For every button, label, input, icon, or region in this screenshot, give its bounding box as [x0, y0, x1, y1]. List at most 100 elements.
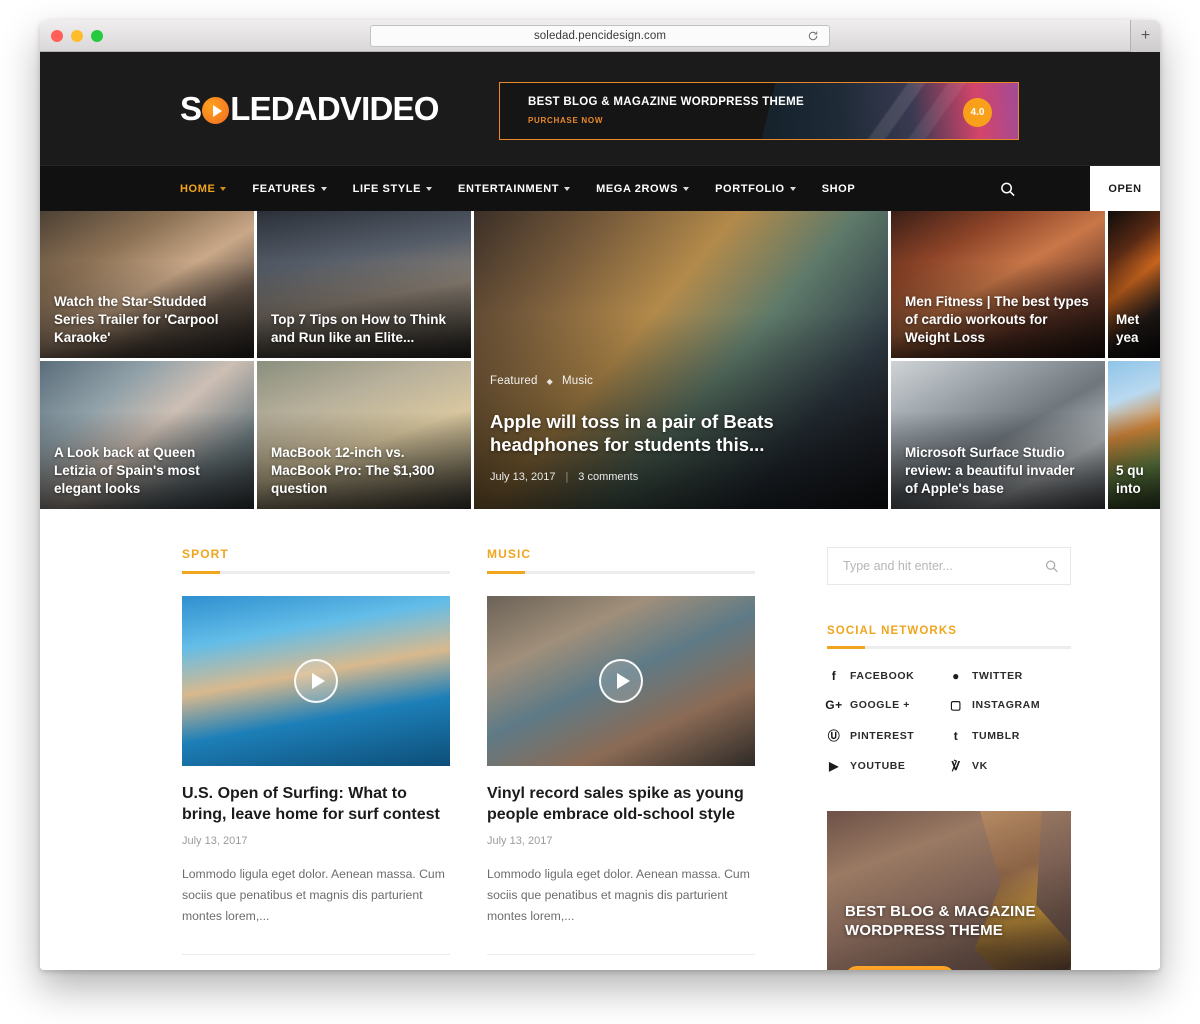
- new-tab-button[interactable]: +: [1130, 20, 1160, 52]
- header-banner-ad[interactable]: BEST BLOG & MAGAZINE WORDPRESS THEME PUR…: [499, 82, 1019, 140]
- close-window-button[interactable]: [51, 29, 63, 42]
- social-label: VK: [972, 760, 988, 772]
- page-content: SPORT U.S. Open of Surfing: What to brin…: [40, 509, 1160, 970]
- chevron-down-icon: [320, 186, 327, 191]
- divider: [182, 953, 450, 955]
- post-date: July 13, 2017: [490, 471, 556, 483]
- sidebar-purchase-button[interactable]: PURCHASE NOW: [845, 966, 956, 970]
- post-title[interactable]: Vinyl record sales spike as young people…: [487, 783, 755, 826]
- social-link-google-plus[interactable]: G+ GOOGLE +: [825, 698, 949, 712]
- play-icon[interactable]: [294, 659, 338, 703]
- tile-categories: Featured ◆ Music: [490, 375, 593, 387]
- chevron-down-icon: [683, 186, 690, 191]
- section-header-sport: SPORT: [182, 547, 450, 574]
- featured-posts-grid: Watch the Star-Studded Series Trailer fo…: [40, 211, 1160, 509]
- social-link-youtube[interactable]: ▶ YOUTUBE: [827, 759, 949, 773]
- section-title[interactable]: SPORT: [182, 547, 450, 561]
- section-underline: [182, 571, 450, 574]
- nav-label: PORTFOLIO: [715, 182, 785, 195]
- search-icon[interactable]: [1045, 560, 1058, 573]
- featured-tile-surface-studio[interactable]: Microsoft Surface Studio review: a beaut…: [891, 361, 1105, 509]
- banner-version-badge: 4.0: [963, 98, 992, 127]
- tile-meta: July 13, 2017 | 3 comments: [490, 471, 638, 483]
- search-input[interactable]: [827, 547, 1071, 585]
- sidebar-search: [827, 547, 1071, 585]
- social-label: TWITTER: [972, 670, 1023, 682]
- banner-purchase-link[interactable]: PURCHASE NOW: [528, 116, 603, 125]
- post-date: July 13, 2017: [182, 834, 248, 847]
- nav-item-home[interactable]: HOME: [180, 183, 227, 195]
- chevron-down-icon: [789, 186, 796, 191]
- instagram-icon: ▢: [950, 698, 962, 712]
- youtube-icon: ▶: [829, 759, 839, 773]
- post-date: July 13, 2017: [487, 834, 553, 847]
- tile-title: Watch the Star-Studded Series Trailer fo…: [54, 293, 219, 345]
- post-thumbnail-surfing[interactable]: [182, 596, 450, 766]
- category-music[interactable]: Music: [562, 375, 593, 387]
- nav-label: MEGA 2ROWS: [596, 182, 679, 195]
- page-viewport: S LEDADVIDEO BEST BLOG & MAGAZINE WORDPR…: [40, 52, 1160, 970]
- post-title[interactable]: U.S. Open of Surfing: What to bring, lea…: [182, 783, 450, 826]
- browser-window: soledad.pencidesign.com + S LEDADVIDEO B…: [40, 20, 1160, 970]
- social-label: PINTEREST: [850, 729, 915, 742]
- tile-title: Top 7 Tips on How to Think and Run like …: [271, 311, 446, 345]
- featured-tile-macbook[interactable]: MacBook 12-inch vs. MacBook Pro: The $1,…: [257, 361, 471, 509]
- play-icon[interactable]: [599, 659, 643, 703]
- window-traffic-lights: [51, 29, 103, 42]
- social-link-facebook[interactable]: f FACEBOOK: [827, 669, 949, 683]
- featured-tile-men-fitness[interactable]: Men Fitness | The best types of cardio w…: [891, 211, 1105, 358]
- tile-title: MacBook 12-inch vs. MacBook Pro: The $1,…: [271, 444, 435, 496]
- nav-item-shop[interactable]: SHOP: [822, 183, 856, 195]
- post-thumbnail-vinyl[interactable]: [487, 596, 755, 766]
- reload-icon[interactable]: [807, 30, 819, 42]
- social-link-instagram[interactable]: ▢ INSTAGRAM: [949, 698, 1071, 712]
- category-featured[interactable]: Featured: [490, 375, 538, 387]
- social-link-twitter[interactable]: ● TWITTER: [949, 669, 1071, 683]
- section-title: SOCIAL NETWORKS: [827, 625, 958, 637]
- section-title[interactable]: MUSIC: [487, 547, 755, 561]
- featured-tile-queen-letizia[interactable]: A Look back at Queen Letizia of Spain's …: [40, 361, 254, 509]
- sidebar-banner-artwork: [920, 811, 1071, 970]
- search-icon[interactable]: [1000, 181, 1015, 196]
- featured-tile-moto-cropped[interactable]: Met yea: [1108, 211, 1160, 358]
- featured-right-column: Men Fitness | The best types of cardio w…: [891, 211, 1105, 509]
- featured-tile-basketball-cropped[interactable]: 5 qu into: [1108, 361, 1160, 509]
- nav-item-mega-2rows[interactable]: MEGA 2ROWS: [596, 182, 690, 195]
- tile-title: Apple will toss in a pair of Beats headp…: [490, 410, 774, 456]
- chevron-down-icon: [220, 186, 227, 191]
- social-label: INSTAGRAM: [972, 699, 1041, 711]
- section-sport: SPORT U.S. Open of Surfing: What to brin…: [182, 547, 450, 970]
- minimize-window-button[interactable]: [71, 29, 83, 42]
- post-comments[interactable]: 3 comments: [578, 471, 638, 483]
- featured-tile-main-beats[interactable]: Featured ◆ Music Apple will toss in a pa…: [474, 211, 888, 509]
- section-underline: [827, 646, 1071, 649]
- nav-item-portfolio[interactable]: PORTFOLIO: [715, 183, 796, 195]
- category-separator-icon: ◆: [546, 376, 553, 386]
- tile-title: 5 qu into: [1116, 462, 1144, 496]
- social-label: GOOGLE +: [850, 699, 910, 711]
- address-bar[interactable]: soledad.pencidesign.com: [370, 25, 830, 47]
- social-link-pinterest[interactable]: Ⓤ PINTEREST: [827, 727, 949, 744]
- social-networks-list: f FACEBOOK ● TWITTER G+ GOOGLE + ▢ INSTA…: [825, 669, 1071, 773]
- featured-tile-running[interactable]: Top 7 Tips on How to Think and Run like …: [257, 211, 471, 358]
- maximize-window-button[interactable]: [91, 29, 103, 42]
- main-columns: SPORT U.S. Open of Surfing: What to brin…: [182, 547, 1071, 970]
- post-excerpt: Lommodo ligula eget dolor. Aenean massa.…: [182, 866, 445, 923]
- banner-headline: BEST BLOG & MAGAZINE WORDPRESS THEME: [528, 96, 804, 108]
- tile-title: A Look back at Queen Letizia of Spain's …: [54, 444, 200, 496]
- browser-titlebar: soledad.pencidesign.com +: [40, 20, 1160, 52]
- site-header: S LEDADVIDEO BEST BLOG & MAGAZINE WORDPR…: [40, 52, 1160, 165]
- sidebar-banner-ad[interactable]: BEST BLOG & MAGAZINE WORDPRESS THEME PUR…: [827, 811, 1071, 970]
- section-header-social: SOCIAL NETWORKS: [827, 625, 1071, 649]
- featured-tile-carpool[interactable]: Watch the Star-Studded Series Trailer fo…: [40, 211, 254, 358]
- nav-item-life-style[interactable]: LIFE STYLE: [353, 183, 433, 195]
- tile-title: Men Fitness | The best types of cardio w…: [905, 293, 1089, 345]
- divider: [487, 953, 755, 955]
- nav-item-entertainment[interactable]: ENTERTAINMENT: [458, 183, 571, 195]
- social-link-vk[interactable]: ℣ VK: [949, 759, 1071, 773]
- nav-items: HOME FEATURES LIFE STYLE ENTERTAINMENT M…: [180, 183, 855, 195]
- nav-item-features[interactable]: FEATURES: [252, 183, 327, 195]
- open-menu-button[interactable]: OPEN: [1090, 166, 1160, 212]
- site-logo[interactable]: S LEDADVIDEO: [180, 90, 439, 128]
- social-link-tumblr[interactable]: t TUMBLR: [949, 727, 1071, 744]
